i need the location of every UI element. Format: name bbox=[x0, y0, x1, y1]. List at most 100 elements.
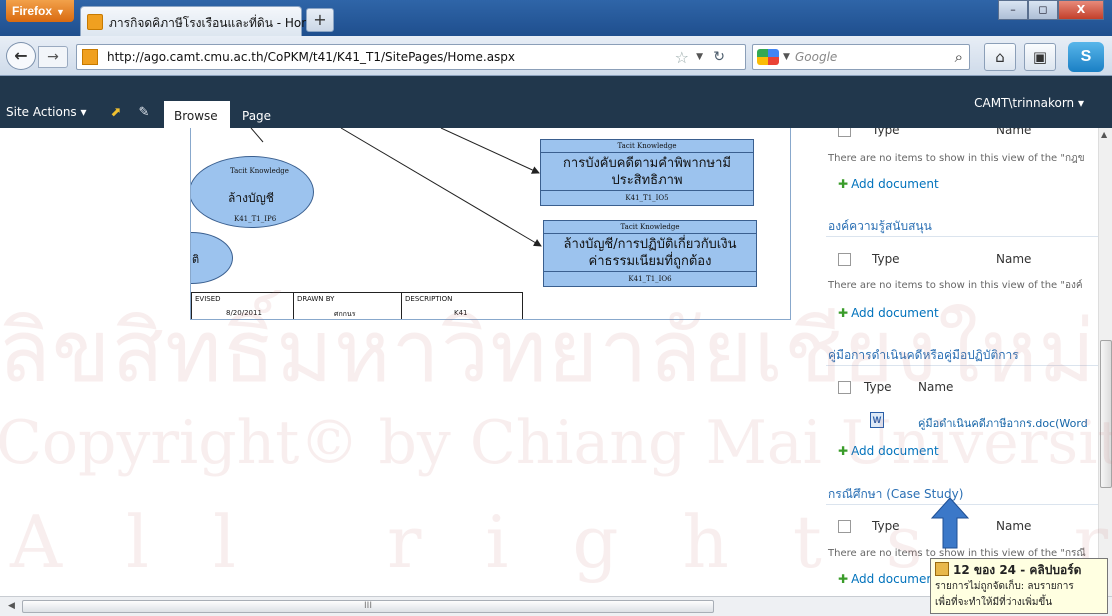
list-header-row: Type Name bbox=[826, 380, 1098, 396]
add-document-link[interactable]: ✚ Add document bbox=[838, 177, 939, 191]
knowledge-map-diagram: Tacit Knowledge ล้างบัญชี K41_T1_IP6 ติ … bbox=[190, 128, 791, 320]
bookmarks-menu-icon[interactable]: ▣ bbox=[1024, 43, 1056, 71]
browser-title-bar: Firefox ▼ ภารกิจดคิภาษีโรงเรือนและที่ดิน … bbox=[0, 0, 1112, 36]
minimize-button[interactable]: – bbox=[998, 0, 1028, 20]
add-icon: ✚ bbox=[838, 177, 849, 191]
column-type[interactable]: Type bbox=[864, 380, 892, 394]
description-cell: DESCRIPTION K41 bbox=[402, 293, 522, 319]
select-all-checkbox[interactable] bbox=[838, 128, 851, 137]
url-text: http://ago.camt.cmu.ac.th/CoPKM/t41/K41_… bbox=[107, 50, 516, 64]
scroll-up-icon[interactable]: ▲ bbox=[1101, 130, 1107, 139]
column-type[interactable]: Type bbox=[872, 128, 900, 137]
column-type[interactable]: Type bbox=[872, 252, 900, 266]
vertical-scrollbar[interactable]: ▲ bbox=[1098, 128, 1112, 596]
column-name[interactable]: Name bbox=[996, 128, 1031, 137]
description-label: DESCRIPTION bbox=[405, 295, 453, 303]
horizontal-scrollbar-thumb[interactable]: III bbox=[22, 600, 714, 613]
scroll-left-icon[interactable]: ◀ bbox=[8, 601, 15, 611]
clipboard-tooltip: 12 ของ 24 - คลิปบอร์ด รายการไม่ถูกจัดเก็… bbox=[930, 558, 1108, 614]
drawn-by-value: ศกกนร bbox=[334, 310, 356, 318]
ellipse-title: ติ bbox=[192, 253, 200, 266]
box-title-line: ประสิทธิภาพ bbox=[611, 173, 683, 188]
description-value: K41 bbox=[454, 309, 468, 317]
drawing-title-block: EVISED 8/20/2011 DRAWN BY ศกกนร DESCRIPT… bbox=[191, 292, 523, 319]
document-link[interactable]: คู่มือดำเนินคดีภาษีอากร.doc(Word bbox=[918, 414, 1088, 432]
reload-icon[interactable]: ↻ bbox=[713, 49, 725, 65]
add-document-label: Add documer bbox=[851, 572, 932, 586]
list-header-row: Type Name bbox=[826, 252, 1098, 268]
browser-tab[interactable]: ภารกิจดคิภาษีโรงเรือนและที่ดิน - Home bbox=[80, 6, 320, 36]
revised-cell: EVISED 8/20/2011 bbox=[192, 293, 294, 319]
search-icon[interactable]: ⌕ bbox=[955, 48, 963, 66]
tacit-knowledge-ellipse: Tacit Knowledge ล้างบัญชี K41_T1_IP6 bbox=[191, 156, 314, 228]
ellipse-id: K41_T1_IP6 bbox=[234, 215, 277, 223]
connector-line bbox=[340, 128, 542, 247]
tab-page[interactable]: Page bbox=[242, 109, 271, 123]
search-placeholder: Google bbox=[795, 50, 838, 64]
add-document-link[interactable]: ✚ Add document bbox=[838, 444, 939, 458]
column-name[interactable]: Name bbox=[996, 252, 1031, 266]
close-button[interactable]: X bbox=[1058, 0, 1104, 20]
add-document-link[interactable]: ✚ Add document bbox=[838, 306, 939, 320]
home-icon[interactable]: ⌂ bbox=[984, 43, 1016, 71]
forward-arrow-icon[interactable]: → bbox=[38, 46, 68, 68]
box-label: Tacit Knowledge bbox=[541, 140, 753, 153]
column-type[interactable]: Type bbox=[872, 519, 900, 533]
google-engine-icon[interactable] bbox=[757, 49, 779, 65]
skype-icon[interactable]: S bbox=[1068, 42, 1104, 72]
add-document-label: Add document bbox=[851, 306, 939, 320]
history-dropdown-icon[interactable]: ▼ bbox=[696, 52, 703, 62]
drawn-by-label: DRAWN BY bbox=[297, 295, 335, 303]
firefox-menu-button[interactable]: Firefox ▼ bbox=[6, 0, 74, 22]
scrollbar-thumb[interactable] bbox=[1100, 340, 1112, 488]
box-title: การบังคับคดีตามคำพิพากษามี ประสิทธิภาพ bbox=[541, 153, 753, 189]
new-tab-button[interactable]: + bbox=[306, 8, 334, 32]
knowledge-box: Tacit Knowledge ล้างบัญชี/การปฏิบัติเกี่… bbox=[543, 220, 757, 287]
add-icon: ✚ bbox=[838, 444, 849, 458]
revised-value: 8/20/2011 bbox=[226, 309, 262, 317]
knowledge-box: Tacit Knowledge การบังคับคดีตามคำพิพากษา… bbox=[540, 139, 754, 206]
navigate-up-icon[interactable]: ⬈ bbox=[108, 105, 124, 121]
site-favicon-icon bbox=[87, 14, 103, 30]
column-name[interactable]: Name bbox=[918, 380, 953, 394]
drawn-by-cell: DRAWN BY ศกกนร bbox=[294, 293, 402, 319]
section-divider bbox=[826, 365, 1098, 366]
tooltip-line: รายการไม่ถูกจัดเก็บ: ลบรายการ bbox=[935, 581, 1074, 592]
select-all-checkbox[interactable] bbox=[838, 381, 851, 394]
firefox-menu-label: Firefox bbox=[12, 4, 53, 18]
annotation-arrow-icon bbox=[930, 497, 970, 549]
empty-list-message: There are no items to show in this view … bbox=[828, 280, 1083, 291]
box-label: Tacit Knowledge bbox=[544, 221, 756, 234]
select-all-checkbox[interactable] bbox=[838, 253, 851, 266]
site-favicon-icon bbox=[82, 49, 98, 65]
search-bar[interactable]: ▼ Google ⌕ bbox=[752, 44, 970, 70]
empty-list-message: There are no items to show in this view … bbox=[828, 153, 1085, 164]
address-bar[interactable]: http://ago.camt.cmu.ac.th/CoPKM/t41/K41_… bbox=[76, 44, 746, 70]
tab-browse[interactable]: Browse bbox=[164, 101, 230, 128]
box-id: K41_T1_IO6 bbox=[544, 271, 756, 286]
connector-line bbox=[440, 128, 540, 174]
back-arrow-icon[interactable]: ← bbox=[6, 42, 36, 70]
box-title-line: การบังคับคดีตามคำพิพากษามี bbox=[563, 156, 731, 171]
site-actions-menu[interactable]: Site Actions ▾ bbox=[6, 105, 87, 119]
maximize-button[interactable]: ◻ bbox=[1028, 0, 1058, 20]
word-document-icon: W bbox=[870, 412, 884, 428]
clipboard-icon bbox=[935, 562, 949, 576]
add-icon: ✚ bbox=[838, 306, 849, 320]
list-header-row: Type Name bbox=[826, 128, 1098, 139]
box-id: K41_T1_IO5 bbox=[541, 190, 753, 205]
edit-page-icon[interactable]: ✎ bbox=[136, 105, 152, 121]
box-title-line: ค่าธรรมเนียมที่ถูกต้อง bbox=[588, 254, 712, 269]
bookmark-star-icon[interactable]: ☆ bbox=[675, 48, 689, 67]
user-menu[interactable]: CAMT\trinnakorn ▾ bbox=[974, 96, 1084, 110]
section-divider bbox=[826, 236, 1098, 237]
add-document-link[interactable]: ✚ Add documer bbox=[838, 572, 931, 586]
section-title[interactable]: องค์ความรู้สนับสนุน bbox=[828, 217, 932, 236]
engine-dropdown-icon[interactable]: ▼ bbox=[783, 52, 790, 62]
navigation-bar: ← → http://ago.camt.cmu.ac.th/CoPKM/t41/… bbox=[0, 36, 1112, 76]
add-icon: ✚ bbox=[838, 572, 849, 586]
section-title[interactable]: คู่มือการดำเนินคดีหรือคู่มือปฏิบัติการ bbox=[828, 346, 1019, 365]
add-document-label: Add document bbox=[851, 444, 939, 458]
column-name[interactable]: Name bbox=[996, 519, 1031, 533]
select-all-checkbox[interactable] bbox=[838, 520, 851, 533]
